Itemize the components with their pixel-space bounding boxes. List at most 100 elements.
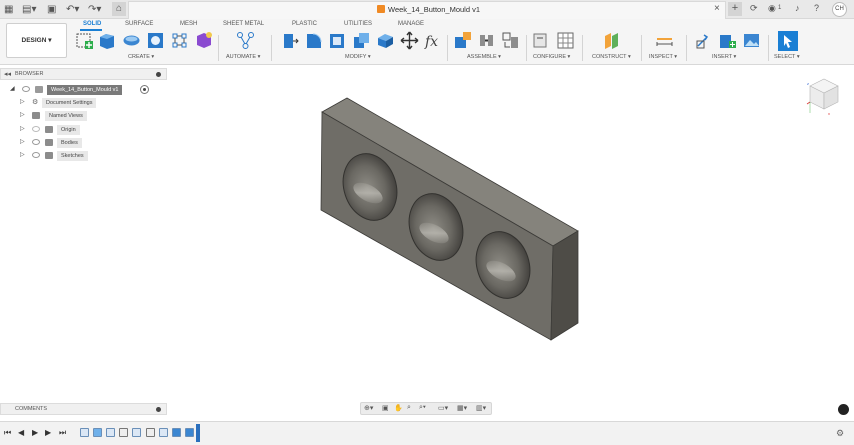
visibility-eye-icon[interactable] [32,139,40,145]
offset-face-icon[interactable] [376,31,395,50]
browser-item-origin[interactable]: ▷ Origin [20,125,160,135]
timeline-move-feature[interactable] [119,428,128,437]
zoom-window-icon[interactable]: ⌕▾ [419,404,426,412]
tab-utilities[interactable]: UTILITIES [344,21,372,27]
timeline-marker[interactable] [196,424,200,442]
tab-surface[interactable]: SURFACE [125,21,153,27]
modify-menu[interactable]: MODIFY ▾ [345,54,371,60]
revolve-icon[interactable] [122,31,141,50]
press-pull-icon[interactable] [280,31,299,50]
insert-derive-icon[interactable] [694,31,713,50]
step-forward-icon[interactable]: ▶ [45,428,51,437]
expand-triangle-icon[interactable]: ▷ [20,125,25,132]
parameters-icon[interactable]: fx [424,31,443,50]
timeline-sketch-feature[interactable] [159,428,168,437]
create-menu[interactable]: CREATE ▾ [128,54,154,60]
browser-options-icon[interactable] [156,72,161,77]
workspace-switcher-button[interactable]: DESIGN ▾ [6,23,67,58]
select-icon[interactable] [777,30,799,52]
tab-plastic[interactable]: PLASTIC [292,21,317,27]
inspect-menu[interactable]: INSPECT ▾ [649,54,677,60]
insert-mesh-icon[interactable] [718,31,737,50]
tab-sheet-metal[interactable]: SHEET METAL [223,21,264,27]
chat-icon[interactable] [838,404,849,415]
timeline-sketch-feature[interactable] [132,428,141,437]
pan-icon[interactable]: ✋ [394,404,403,412]
as-built-joint-icon[interactable] [501,31,520,50]
comments-panel[interactable]: COMMENTS [0,403,167,415]
form-icon[interactable] [194,31,213,50]
browser-header[interactable]: ◂◂ BROWSER [0,68,167,80]
expand-triangle-icon[interactable]: ▷ [20,98,25,105]
timeline-combine-feature[interactable] [172,428,181,437]
view-cube[interactable]: z x [806,76,842,116]
save-icon[interactable]: ▣ [47,3,56,16]
collapse-browser-icon[interactable]: ◂◂ [4,70,11,78]
go-to-start-icon[interactable]: ⏮ [4,428,11,438]
bell-icon[interactable]: ♪ [795,3,800,13]
help-icon[interactable]: ? [814,3,819,13]
expand-triangle-icon[interactable]: ▷ [20,138,25,145]
offset-plane-icon[interactable] [602,31,621,50]
mould-side-face[interactable] [550,230,579,341]
new-component-icon[interactable] [453,31,472,50]
go-to-end-icon[interactable]: ⏭ [59,428,66,438]
collapse-triangle-icon[interactable]: ◢ [10,85,15,92]
browser-item-document-settings[interactable]: ▷ ⚙ Document Settings [20,98,160,108]
home-icon[interactable]: ⌂ [112,2,126,16]
activate-radio-icon[interactable] [140,85,149,94]
configure-icon[interactable] [532,31,551,50]
browser-root-item[interactable]: ◢ Week_14_Button_Mould v1 [10,85,160,95]
comments-options-icon[interactable] [156,407,161,412]
configuration-table-icon[interactable] [556,31,575,50]
file-icon[interactable]: ▤▾ [22,3,36,16]
visibility-eye-icon[interactable] [32,152,40,158]
hole-icon[interactable] [146,31,165,50]
step-back-icon[interactable]: ◀ [18,428,24,437]
avatar[interactable]: CH [832,2,847,17]
pattern-icon[interactable] [170,31,189,50]
timeline-settings-gear-icon[interactable]: ⚙ [836,428,844,439]
construct-menu[interactable]: CONSTRUCT ▾ [592,54,631,60]
timeline-sketch-feature[interactable] [106,428,115,437]
new-tab-button[interactable]: + [728,2,742,16]
automate-icon[interactable] [236,31,255,50]
zoom-icon[interactable]: ⌕ [407,404,411,412]
fillet-icon[interactable] [304,31,323,50]
tab-solid[interactable]: SOLID [83,21,101,27]
refresh-icon[interactable]: ⟳ [750,3,758,14]
assemble-menu[interactable]: ASSEMBLE ▾ [467,54,501,60]
play-icon[interactable]: ▶ [32,428,38,437]
move-icon[interactable] [400,31,419,50]
visibility-eye-icon[interactable] [22,86,30,92]
joint-icon[interactable] [477,31,496,50]
insert-menu[interactable]: INSERT ▾ [712,54,736,60]
browser-item-named-views[interactable]: ▷ Named Views [20,111,160,121]
shell-icon[interactable] [328,31,347,50]
timeline-extrude-feature[interactable] [185,428,194,437]
tab-mesh[interactable]: MESH [180,21,197,27]
orbit-icon[interactable]: ⊕▾ [364,404,373,412]
extrude-icon[interactable] [98,31,117,50]
timeline-move-feature[interactable] [146,428,155,437]
browser-item-bodies[interactable]: ▷ Bodies [20,138,160,148]
timeline-extrude-feature[interactable] [93,428,102,437]
combine-icon[interactable] [352,31,371,50]
viewports-icon[interactable]: ▥▾ [476,404,486,412]
grid-icon[interactable]: ▦ [4,3,13,16]
automate-menu[interactable]: AUTOMATE ▾ [226,54,260,60]
tab-manage[interactable]: MANAGE [398,21,424,27]
insert-canvas-icon[interactable] [742,31,761,50]
model-viewport[interactable] [300,90,600,345]
redo-icon[interactable]: ↷▾ [88,3,101,16]
expand-triangle-icon[interactable]: ▷ [20,151,25,158]
job-status-icon[interactable]: ◉ [768,3,776,14]
display-settings-icon[interactable]: ▭▾ [438,404,448,412]
look-at-icon[interactable]: ▣ [382,404,389,412]
measure-icon[interactable] [655,31,674,50]
timeline-sketch-feature[interactable] [80,428,89,437]
select-menu[interactable]: SELECT ▾ [774,54,800,60]
undo-icon[interactable]: ↶▾ [66,3,79,16]
browser-item-sketches[interactable]: ▷ Sketches [20,151,160,161]
expand-triangle-icon[interactable]: ▷ [20,111,25,118]
